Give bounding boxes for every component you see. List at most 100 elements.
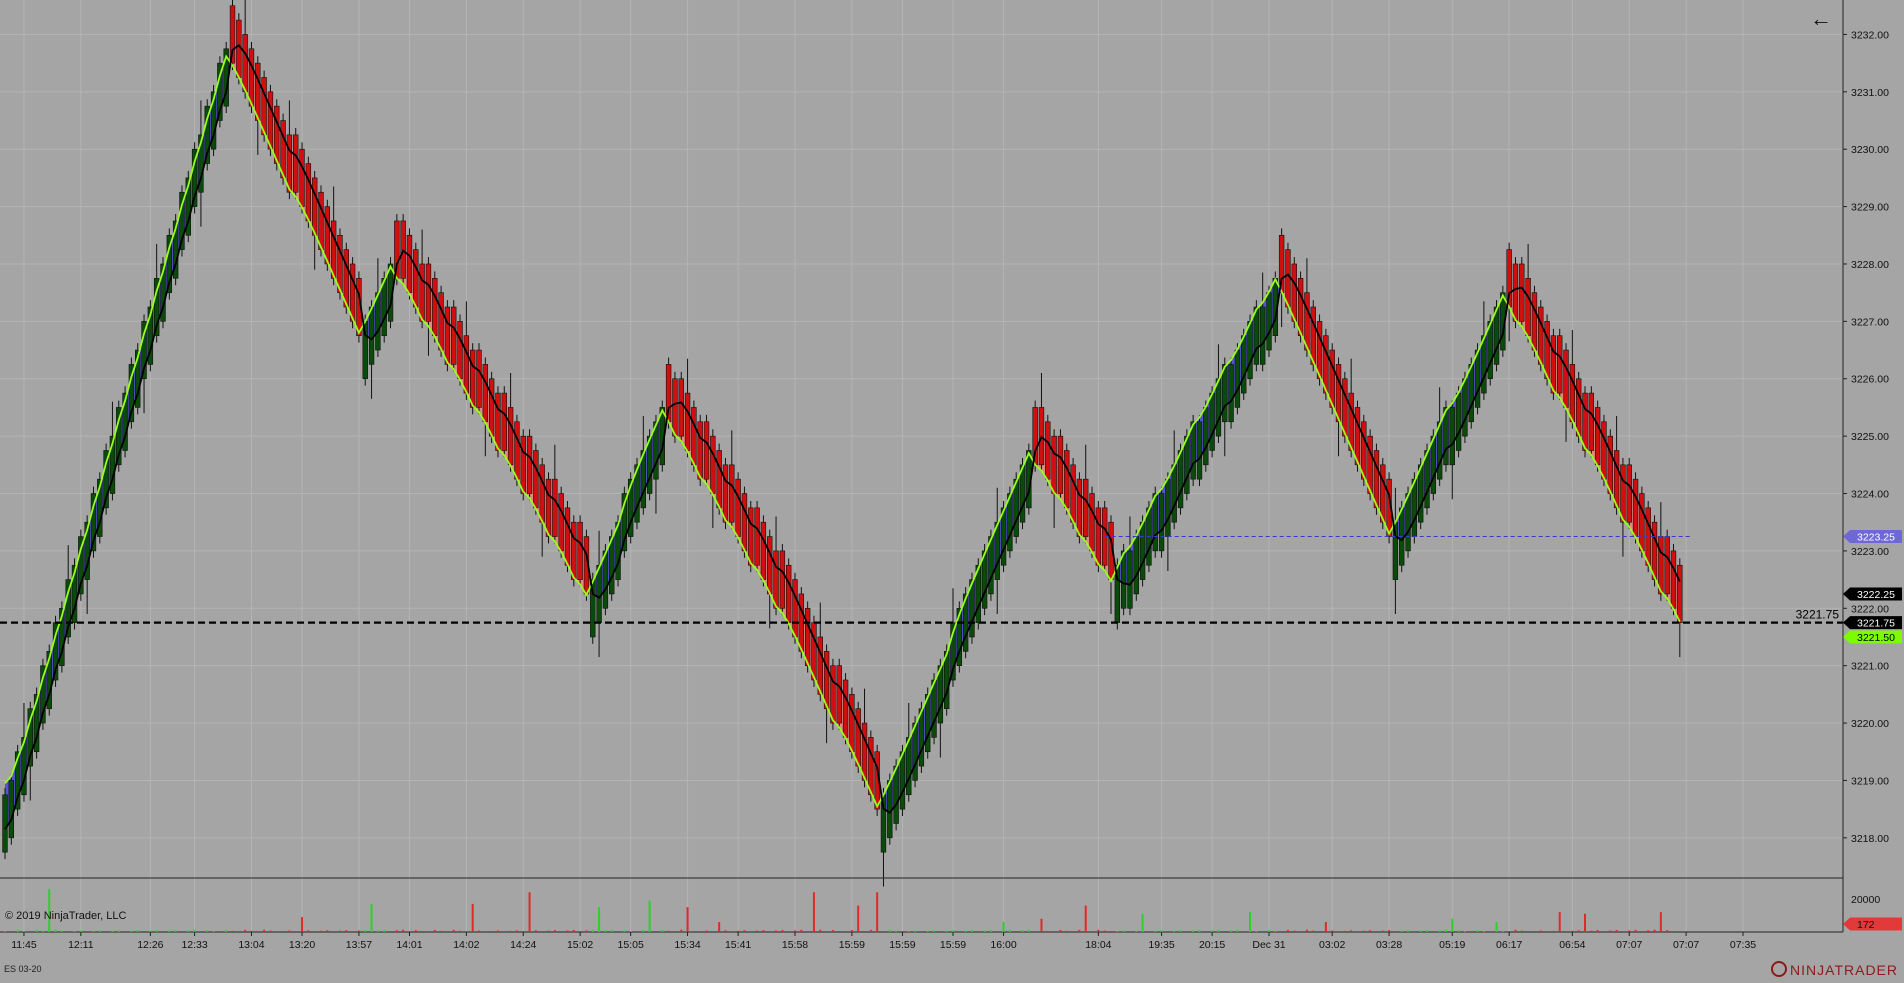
volume-bar — [174, 929, 177, 932]
volume-bar — [320, 930, 322, 932]
candle-body — [558, 493, 564, 552]
candle-body — [1512, 263, 1519, 322]
volume-bar — [724, 930, 727, 932]
volume-bar — [794, 930, 796, 932]
volume-bar — [1514, 929, 1517, 932]
candle-body — [1064, 450, 1070, 509]
volume-bar — [1520, 930, 1523, 932]
volume-bar — [1116, 931, 1119, 932]
candle-body — [1184, 435, 1190, 494]
volume-bar — [1173, 930, 1176, 932]
candle-body — [1196, 421, 1203, 480]
volume-bar — [288, 930, 291, 932]
volume-bar — [357, 930, 360, 932]
candle-body — [419, 263, 425, 322]
x-tick-label: 12:26 — [137, 939, 163, 951]
candle-body — [1259, 306, 1266, 365]
candle-body — [1158, 493, 1165, 552]
volume-bar — [282, 931, 285, 932]
candle-body — [1607, 435, 1613, 494]
candle-body — [413, 249, 419, 308]
price-marker: 3223.25 — [1843, 530, 1902, 544]
candle-body — [520, 435, 526, 494]
x-tick-label: 06:54 — [1559, 939, 1585, 951]
volume-bar — [263, 929, 266, 932]
price-chart[interactable]: 3221.75 3218.00 3219.00 3220.00 3221.00 3222.… — [0, 0, 1904, 978]
volume-bar — [136, 930, 139, 932]
chart-root[interactable]: 3221.75 3218.00 3219.00 3220.00 3221.00 3222.… — [0, 0, 1904, 978]
candle-body — [1247, 321, 1253, 380]
candle-body — [1297, 278, 1304, 337]
volume-bar — [775, 930, 778, 932]
candle-body — [1095, 507, 1102, 566]
volume-bar — [440, 930, 443, 932]
candle-body — [729, 464, 735, 523]
volume-bar — [547, 930, 550, 932]
y-tick-label: 3220.00 — [1851, 718, 1889, 730]
candle-body — [1462, 378, 1468, 437]
candle-body — [1266, 292, 1272, 351]
candle-body — [899, 751, 906, 810]
volume-bar — [1672, 931, 1675, 932]
volume-bar — [326, 930, 329, 932]
volume-bar — [1457, 930, 1460, 932]
y-tick-label: 3228.00 — [1851, 259, 1889, 271]
volume-bar — [895, 930, 898, 932]
horizontal-line-label: 3221.75 — [1796, 608, 1840, 622]
candle-body — [577, 521, 583, 580]
candle-body — [1455, 392, 1462, 451]
volume-bar — [1628, 930, 1631, 932]
volume-bar — [168, 930, 171, 932]
volume-bar — [1438, 930, 1441, 932]
volume-bar — [964, 930, 967, 932]
candle-body — [242, 34, 248, 93]
candle-body — [1405, 493, 1411, 552]
volume-bar — [225, 929, 228, 932]
volume-bar — [1533, 931, 1536, 932]
x-tick-label: 11:45 — [11, 939, 37, 951]
candle-body — [893, 765, 899, 824]
candle-body — [1177, 450, 1184, 509]
volume-bar — [1027, 929, 1030, 932]
volume-bar — [1350, 930, 1353, 932]
volume-bar — [699, 931, 702, 932]
volume-bar — [983, 930, 986, 932]
volume-bar — [383, 929, 386, 932]
candle-body — [469, 349, 476, 408]
volume-bar — [667, 930, 670, 932]
x-tick-label: Dec 31 — [1252, 939, 1285, 951]
price-marker-label: 3221.50 — [1857, 632, 1895, 644]
candle-body — [716, 450, 722, 509]
candle-body — [779, 550, 786, 609]
candle-body — [678, 378, 684, 437]
volume-bar — [206, 930, 209, 932]
volume-bar — [819, 929, 822, 932]
candle-body — [457, 321, 463, 380]
candle-body — [463, 335, 470, 394]
candle-body — [1575, 378, 1582, 437]
volume-bar — [1122, 930, 1125, 932]
candle-body — [293, 134, 299, 193]
volume-bar — [1444, 929, 1447, 932]
volume-bar — [1615, 929, 1618, 932]
volume-bar — [850, 929, 853, 932]
x-tick-label: 15:41 — [725, 939, 751, 951]
volume-bar — [743, 930, 746, 932]
volume-bar — [16, 929, 19, 932]
y-tick-label: 3218.00 — [1851, 833, 1889, 845]
volume-bar — [1362, 930, 1365, 932]
candle-body — [514, 421, 520, 480]
volume-bar — [98, 930, 101, 932]
volume-bar — [800, 929, 803, 932]
volume-bar — [572, 929, 575, 932]
volume-bar — [1590, 930, 1593, 932]
volume-bar — [907, 931, 910, 932]
arrow-left-icon: ← — [1810, 6, 1832, 31]
candle-body — [1234, 349, 1241, 408]
x-tick-label: 13:57 — [346, 939, 372, 951]
back-button[interactable]: ← — [1808, 6, 1834, 32]
candle-body — [1588, 392, 1595, 451]
volume-bar — [1154, 930, 1157, 932]
volume-bar — [60, 930, 63, 932]
candle-body — [1601, 421, 1607, 480]
